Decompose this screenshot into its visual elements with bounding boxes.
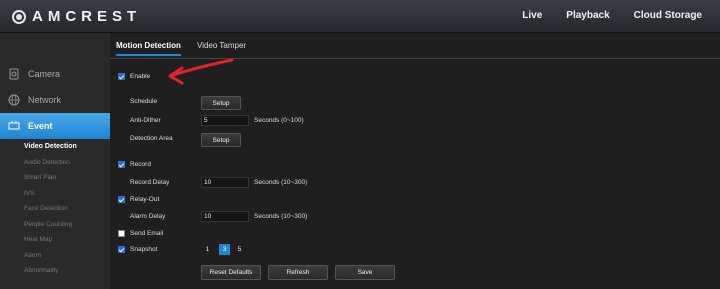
- sidebar-sub-smart-plan[interactable]: Smart Plan: [0, 170, 110, 186]
- brand-logo-mark: [12, 9, 26, 24]
- sidebar-sub-ivs[interactable]: IVS: [0, 186, 110, 202]
- nav-live[interactable]: Live: [522, 10, 542, 21]
- snapshot-checkbox[interactable]: [118, 246, 125, 253]
- tab-video-tamper[interactable]: Video Tamper: [197, 41, 246, 50]
- snapshot-label: Snapshot: [130, 246, 158, 253]
- sidebar-sub-people-counting[interactable]: People Counting: [0, 217, 110, 233]
- brand-name: AMCREST: [32, 8, 142, 25]
- camera-icon: [9, 68, 19, 80]
- sidebar-item-label: Camera: [28, 69, 61, 79]
- sidebar: Camera Network Event Video Detection Aud…: [0, 33, 116, 289]
- sidebar-item-label: Network: [28, 95, 62, 105]
- record-label: Record: [130, 161, 151, 168]
- snapshot-option-1[interactable]: 1: [202, 244, 213, 255]
- sidebar-sub-audio-detection[interactable]: Audio Detection: [0, 155, 110, 171]
- enable-label: Enable: [130, 73, 151, 80]
- relay-out-label: Relay-Out: [130, 196, 160, 203]
- alarm-delay-label: Alarm Delay: [130, 213, 166, 220]
- sidebar-sub-face-detection[interactable]: Face Detection: [0, 201, 110, 217]
- anti-dither-label: Anti-Dither: [130, 117, 161, 124]
- refresh-button[interactable]: Refresh: [268, 265, 328, 280]
- tab-motion-detection[interactable]: Motion Detection: [116, 41, 181, 56]
- detection-area-setup-button[interactable]: Setup: [201, 133, 241, 147]
- anti-dither-unit: Seconds (0~100): [254, 117, 304, 124]
- anti-dither-input[interactable]: 5: [201, 115, 249, 126]
- sidebar-item-label: Event: [28, 121, 53, 131]
- sidebar-sub-video-detection[interactable]: Video Detection: [0, 139, 110, 155]
- save-button[interactable]: Save: [335, 265, 395, 280]
- enable-checkbox[interactable]: [118, 73, 125, 80]
- top-nav: Live Playback Cloud Storage: [522, 10, 702, 21]
- alarm-delay-unit: Seconds (10~300): [254, 213, 308, 220]
- nav-playback[interactable]: Playback: [566, 10, 609, 21]
- annotation-arrow-icon: [168, 58, 234, 85]
- nav-cloud-storage[interactable]: Cloud Storage: [634, 10, 702, 21]
- record-delay-label: Record Delay: [130, 179, 170, 186]
- brand-logo: AMCREST: [12, 8, 141, 25]
- sidebar-item-camera[interactable]: Camera: [0, 61, 110, 87]
- alarm-delay-input[interactable]: 10: [201, 211, 249, 222]
- snapshot-option-5[interactable]: 5: [234, 244, 245, 255]
- sidebar-sub-alarm[interactable]: Alarm: [0, 248, 110, 264]
- send-email-checkbox[interactable]: [118, 230, 125, 237]
- sidebar-sub-abnormality[interactable]: Abnormality: [0, 263, 110, 279]
- snapshot-option-3[interactable]: 3: [219, 244, 230, 255]
- reset-defaults-button[interactable]: Reset Defaults: [201, 265, 261, 280]
- globe-icon: [8, 94, 20, 106]
- send-email-label: Send Email: [130, 230, 164, 237]
- schedule-label: Schedule: [130, 98, 158, 105]
- relay-out-checkbox[interactable]: [118, 196, 125, 203]
- sidebar-item-network[interactable]: Network: [0, 87, 110, 113]
- schedule-setup-button[interactable]: Setup: [201, 96, 241, 110]
- top-header: AMCREST Live Playback Cloud Storage: [0, 0, 720, 33]
- sidebar-item-event[interactable]: Event: [0, 113, 116, 139]
- record-delay-input[interactable]: 10: [201, 177, 249, 188]
- event-icon: [8, 121, 20, 130]
- record-checkbox[interactable]: [118, 161, 125, 168]
- sidebar-sub-heat-map[interactable]: Heat Map: [0, 232, 110, 248]
- record-delay-unit: Seconds (10~300): [254, 179, 308, 186]
- detection-area-label: Detection Area: [130, 135, 173, 142]
